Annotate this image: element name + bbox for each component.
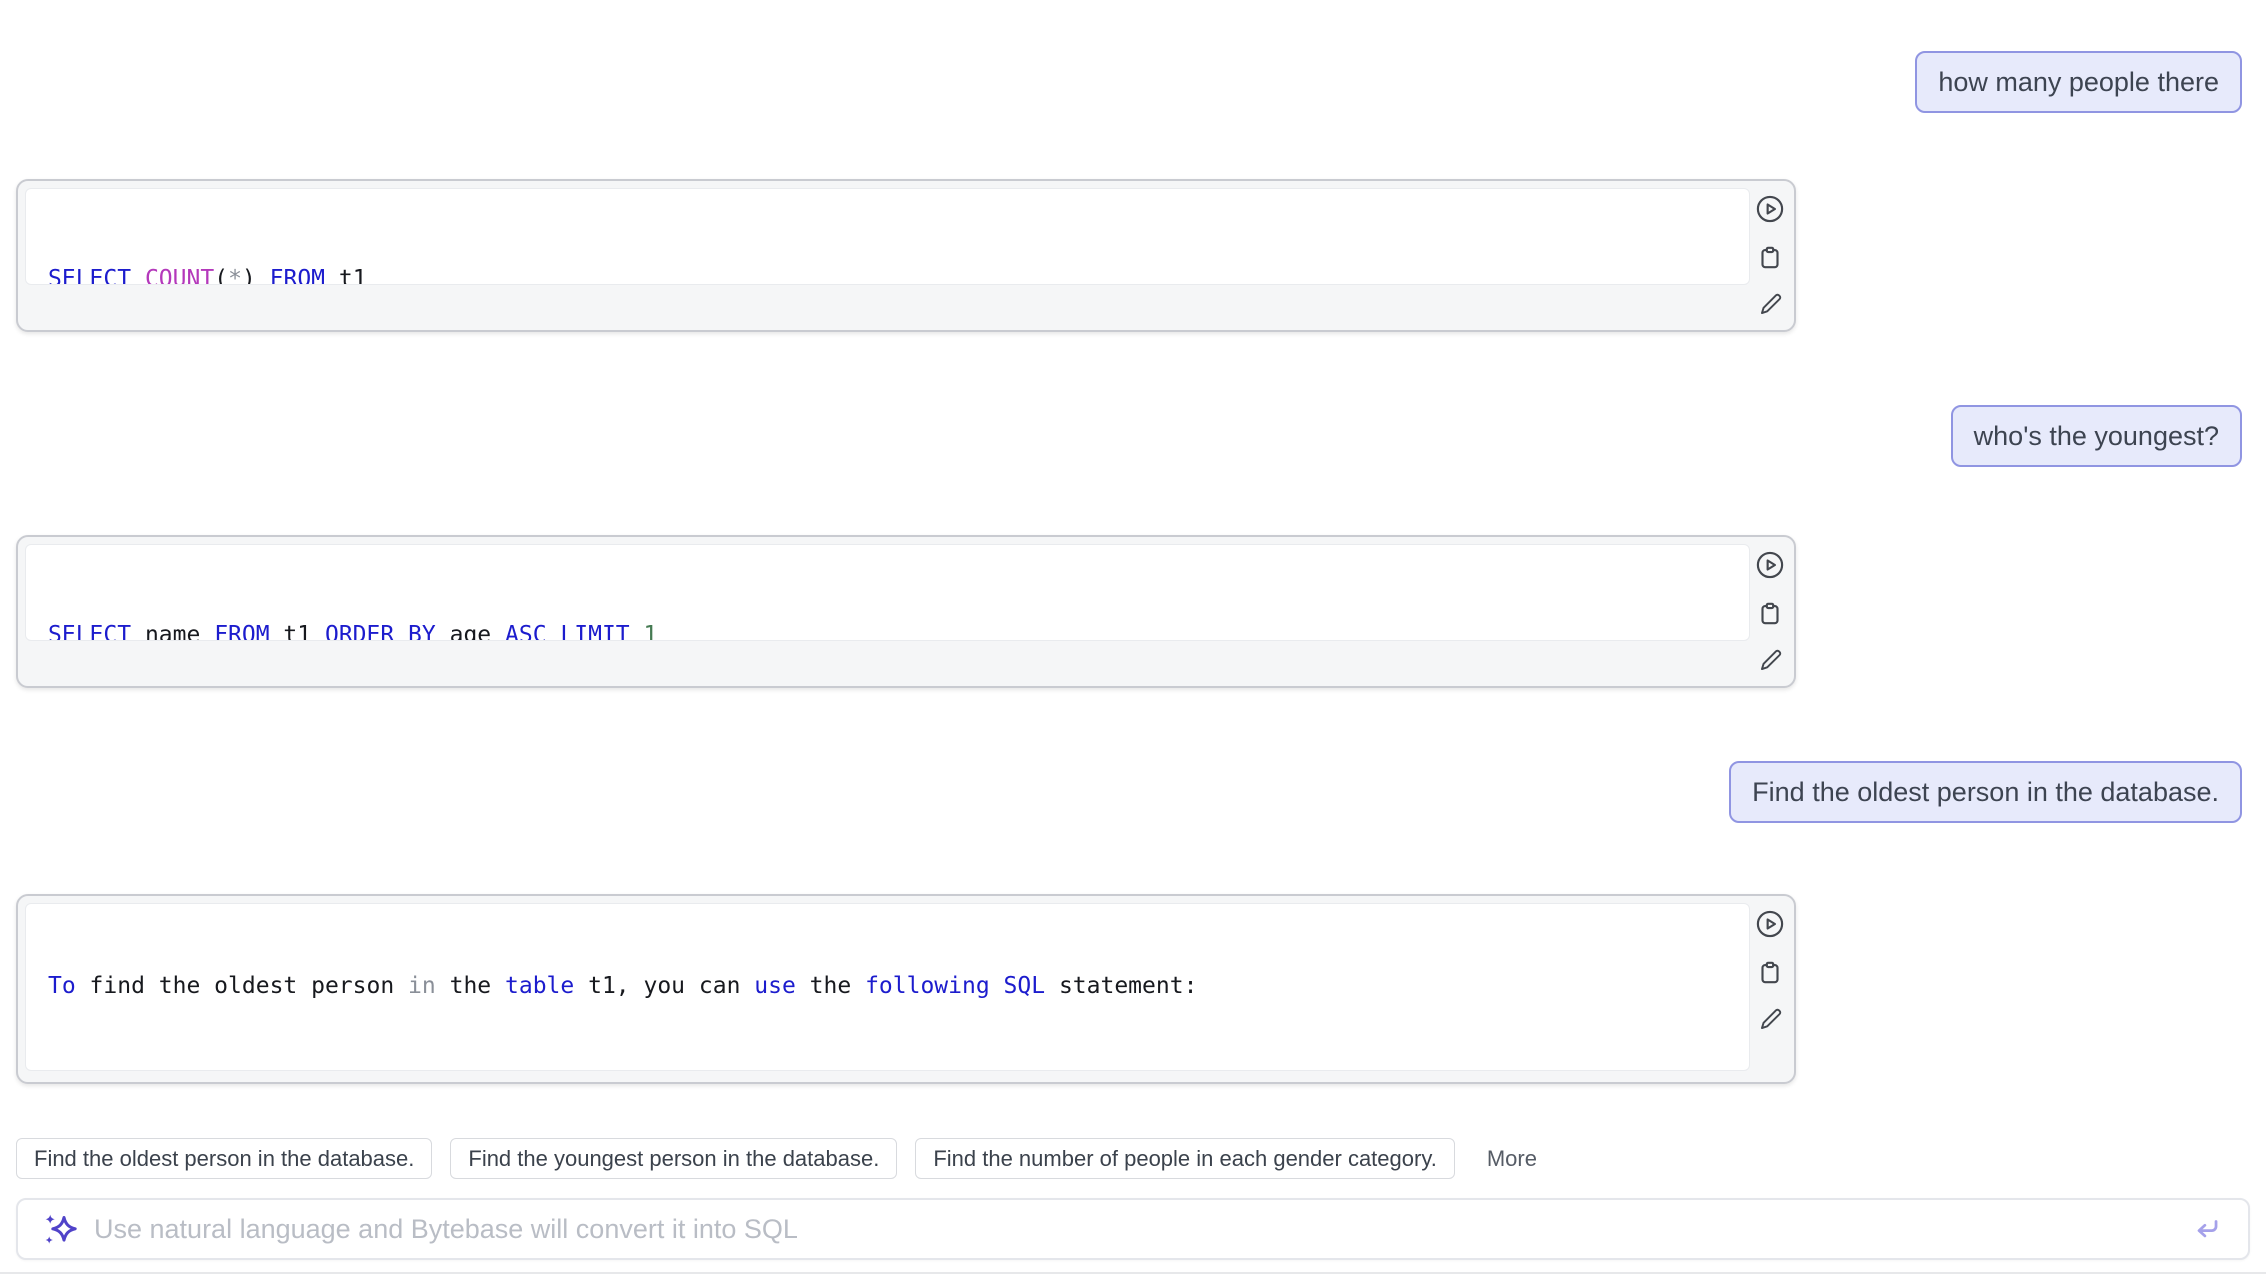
user-message-bubble: how many people there [1915, 51, 2242, 113]
copy-sql-button[interactable] [1755, 598, 1785, 628]
sql-code-surface: SELECT COUNT(*) FROM t1 [25, 188, 1750, 285]
pencil-icon [1755, 646, 1785, 676]
code-line: To find the oldest person in the table t… [48, 959, 1727, 1013]
run-query-button[interactable] [1755, 194, 1785, 224]
code-line: SELECT name FROM t1 ORDER BY age DESC LI… [48, 1065, 1727, 1071]
edit-sql-button[interactable] [1755, 290, 1785, 320]
submit-query-button[interactable] [2190, 1212, 2224, 1246]
play-circle-icon [1755, 909, 1785, 939]
play-circle-icon [1755, 550, 1785, 580]
code-line: SELECT COUNT(*) FROM t1 [48, 265, 1727, 285]
suggestion-button[interactable]: Find the youngest person in the database… [450, 1138, 897, 1179]
pencil-icon [1755, 290, 1785, 320]
sql-response-block: SELECT name FROM t1 ORDER BY age ASC LIM… [16, 535, 1796, 688]
copy-sql-button[interactable] [1755, 242, 1785, 272]
sql-response-block: To find the oldest person in the table t… [16, 894, 1796, 1084]
sql-code-surface: SELECT name FROM t1 ORDER BY age ASC LIM… [25, 544, 1750, 641]
user-message-row: how many people there [1915, 51, 2242, 113]
code-line: SELECT name FROM t1 ORDER BY age ASC LIM… [48, 621, 1727, 641]
suggestion-button[interactable]: Find the oldest person in the database. [16, 1138, 432, 1179]
suggestion-button[interactable]: Find the number of people in each gender… [915, 1138, 1454, 1179]
code-action-toolbar [1751, 550, 1789, 676]
code-action-toolbar [1751, 909, 1789, 1035]
edit-sql-button[interactable] [1755, 1005, 1785, 1035]
run-query-button[interactable] [1755, 550, 1785, 580]
run-query-button[interactable] [1755, 909, 1785, 939]
nl2sql-composer [16, 1198, 2250, 1260]
suggestion-row: Find the oldest person in the database. … [16, 1138, 1543, 1179]
edit-sql-button[interactable] [1755, 646, 1785, 676]
user-message-bubble: who's the youngest? [1951, 405, 2242, 467]
pencil-icon [1755, 1005, 1785, 1035]
return-arrow-icon [2190, 1212, 2224, 1246]
code-action-toolbar [1751, 194, 1789, 320]
clipboard-icon [1755, 957, 1785, 987]
sql-code-surface: To find the oldest person in the table t… [25, 903, 1750, 1071]
copy-sql-button[interactable] [1755, 957, 1785, 987]
user-message-row: who's the youngest? [1951, 405, 2242, 467]
more-suggestions-button[interactable]: More [1481, 1145, 1543, 1173]
nl2sql-input-field[interactable] [92, 1213, 2174, 1246]
ai-sparkle-icon [42, 1211, 78, 1247]
clipboard-icon [1755, 598, 1785, 628]
clipboard-icon [1755, 242, 1785, 272]
user-message-bubble: Find the oldest person in the database. [1729, 761, 2242, 823]
play-circle-icon [1755, 194, 1785, 224]
sql-response-block: SELECT COUNT(*) FROM t1 [16, 179, 1796, 332]
user-message-row: Find the oldest person in the database. [1729, 761, 2242, 823]
